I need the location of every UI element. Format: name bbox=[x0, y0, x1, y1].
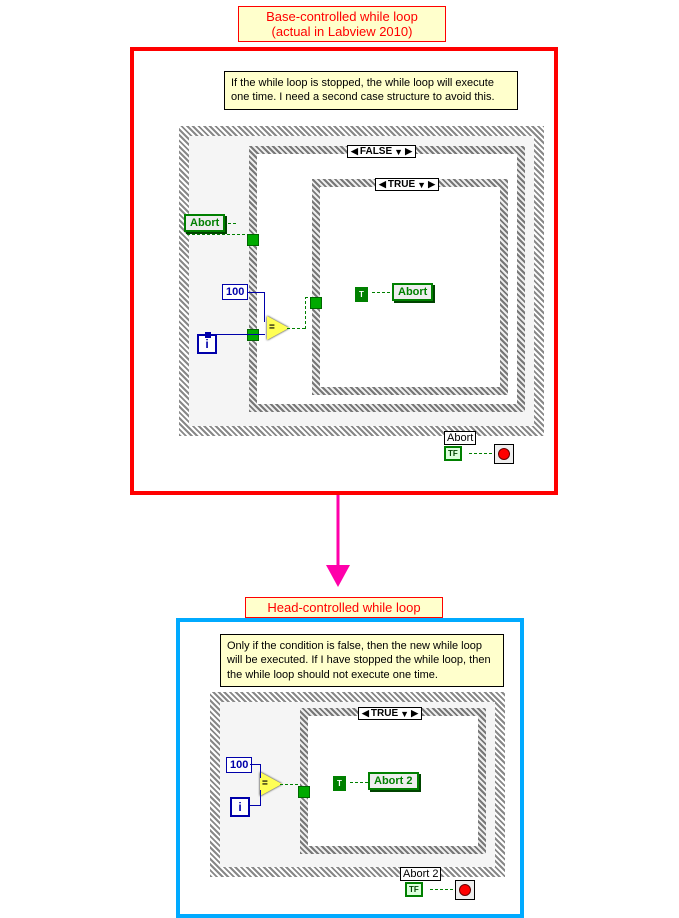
wire-100-eq-v bbox=[264, 292, 265, 322]
wire-tf-stop-b bbox=[430, 889, 455, 890]
case-outer-tunnel-left bbox=[247, 329, 259, 341]
case-inner-value: TRUE bbox=[388, 179, 415, 190]
title1-line1: Base-controlled while loop bbox=[266, 9, 418, 24]
wire-eq-inner-h bbox=[305, 297, 310, 298]
constant-100: 100 bbox=[222, 284, 248, 300]
equals-label: = bbox=[269, 322, 275, 333]
case-structure-inner: ◀ TRUE ▼ ▶ T Abort bbox=[312, 179, 508, 395]
wire-100-eq-bv bbox=[260, 764, 261, 778]
abort-indicator-label: Abort bbox=[444, 431, 476, 445]
true-constant: T bbox=[355, 287, 368, 302]
case-structure-b: ◀ TRUE ▼ ▶ T Abort 2 bbox=[300, 708, 486, 854]
case-dd-icon[interactable]: ▼ bbox=[417, 180, 426, 190]
abort-indicator-terminal: TF bbox=[444, 446, 462, 461]
const100-text-b: 100 bbox=[230, 759, 248, 771]
case-next-icon[interactable]: ▶ bbox=[411, 708, 418, 719]
case-prev-icon[interactable]: ◀ bbox=[362, 708, 369, 719]
case-structure-outer: ◀ FALSE ▼ ▶ ◀ TRUE ▼ ▶ T bbox=[249, 146, 525, 412]
case-prev-icon[interactable]: ◀ bbox=[351, 146, 358, 157]
equals-label-b: = bbox=[262, 778, 268, 789]
wire-eq-inner-v bbox=[305, 297, 306, 329]
wire-i-out bbox=[208, 334, 248, 335]
arrow-down-icon bbox=[320, 495, 360, 590]
abort2-indicator-inner: Abort 2 bbox=[368, 772, 419, 790]
wire-i-eq-bv bbox=[260, 790, 261, 806]
stop-icon bbox=[459, 884, 471, 896]
case-b-selector-terminal bbox=[298, 786, 310, 798]
comment1-text: If the while loop is stopped, the while … bbox=[231, 77, 495, 103]
case-selector-b[interactable]: ◀ TRUE ▼ ▶ bbox=[358, 707, 422, 720]
i-label: i bbox=[205, 337, 208, 351]
t-label-b: T bbox=[337, 779, 342, 788]
wire-inner-bool-b bbox=[350, 782, 368, 783]
tf-label-b: TF bbox=[409, 885, 419, 894]
case-dd-icon[interactable]: ▼ bbox=[394, 147, 403, 157]
wire-junction bbox=[205, 332, 211, 338]
wire-eq-inner bbox=[287, 328, 305, 329]
abort-inner-text: Abort bbox=[398, 286, 427, 298]
stop-terminal-b bbox=[455, 880, 475, 900]
i-label-b: i bbox=[238, 800, 241, 814]
true-constant-b: T bbox=[333, 776, 346, 791]
const100-text: 100 bbox=[226, 286, 244, 298]
case-inner-selector-terminal bbox=[310, 297, 322, 309]
title-base-controlled: Base-controlled while loop (actual in La… bbox=[238, 6, 446, 42]
case-selector-inner[interactable]: ◀ TRUE ▼ ▶ bbox=[375, 178, 439, 191]
base-loop-container: If the while loop is stopped, the while … bbox=[130, 47, 558, 495]
wire-inner-bool bbox=[372, 292, 392, 293]
comment2-text: Only if the condition is false, then the… bbox=[227, 640, 491, 681]
abort2-inner-text: Abort 2 bbox=[374, 775, 413, 787]
abort2-indicator-terminal: TF bbox=[405, 882, 423, 897]
case-b-value: TRUE bbox=[371, 708, 398, 719]
wire-i-eq-b bbox=[248, 805, 260, 806]
case-next-icon[interactable]: ▶ bbox=[405, 146, 412, 157]
stop-icon bbox=[498, 448, 510, 460]
wire-abort-outer bbox=[187, 234, 247, 235]
abort-control[interactable]: Abort bbox=[184, 214, 225, 232]
wire-tf-stop bbox=[469, 453, 494, 454]
case-dd-icon[interactable]: ▼ bbox=[400, 709, 409, 719]
title1-line2: (actual in Labview 2010) bbox=[272, 24, 413, 39]
case-next-icon[interactable]: ▶ bbox=[428, 179, 435, 190]
t-label: T bbox=[359, 290, 364, 299]
constant-100-b: 100 bbox=[226, 757, 252, 773]
wire-abort-ext bbox=[228, 223, 238, 224]
head-loop-container: Only if the condition is false, then the… bbox=[176, 618, 524, 918]
title-head-controlled: Head-controlled while loop bbox=[245, 597, 443, 618]
comment-bottom: Only if the condition is false, then the… bbox=[220, 634, 504, 687]
abort-control-text: Abort bbox=[190, 217, 219, 229]
wire-eq-case-b bbox=[280, 784, 298, 785]
abort-indicator-inner: Abort bbox=[392, 283, 433, 301]
wire-100-eq-b bbox=[250, 764, 260, 765]
case-outer-selector-terminal bbox=[247, 234, 259, 246]
abort2-indicator-label: Abort 2 bbox=[400, 867, 441, 881]
while-loop-outer: i ◀ FALSE ▼ ▶ ◀ TRUE ▼ ▶ bbox=[179, 126, 544, 436]
title2-text: Head-controlled while loop bbox=[267, 600, 420, 615]
tf-label: TF bbox=[448, 449, 458, 458]
abort2-ind-text: Abort 2 bbox=[403, 868, 438, 880]
stop-terminal bbox=[494, 444, 514, 464]
case-selector-outer[interactable]: ◀ FALSE ▼ ▶ bbox=[347, 145, 416, 158]
case-prev-icon[interactable]: ◀ bbox=[379, 179, 386, 190]
abort-ind-text: Abort bbox=[447, 432, 473, 444]
comment-top: If the while loop is stopped, the while … bbox=[224, 71, 518, 110]
wire-100-eq bbox=[247, 292, 265, 293]
iteration-terminal-b: i bbox=[230, 797, 250, 817]
case-outer-value: FALSE bbox=[360, 146, 392, 157]
while-loop-head: 100 i = ◀ TRUE ▼ ▶ T Abort 2 bbox=[210, 692, 505, 877]
